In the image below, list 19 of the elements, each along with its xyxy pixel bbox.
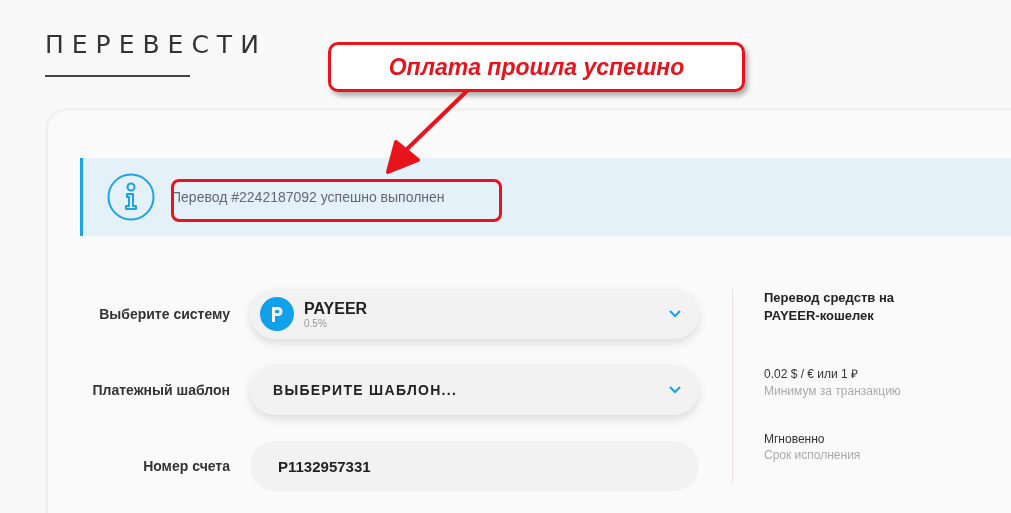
- annotation-callout: Оплата прошла успешно: [328, 42, 745, 92]
- field-label: Платежный шаблон: [91, 382, 230, 398]
- info-value: Мгновенно: [764, 432, 826, 446]
- system-select[interactable]: PAYEER 0.5%: [250, 289, 699, 339]
- info-caption: Срок исполнения: [764, 448, 862, 462]
- fee-text: 0.5%: [304, 317, 328, 329]
- field-label: Номер счета: [142, 458, 230, 474]
- template-select[interactable]: ВЫБЕРИТЕ ШАБЛОН...: [250, 365, 699, 415]
- chevron-down-icon: [669, 310, 681, 318]
- system-name: PAYEER: [304, 299, 369, 318]
- payment-logo-icon: [260, 297, 294, 331]
- info-heading: Перевод средств на PAYEER-кошелек: [764, 289, 895, 325]
- field-label: Выберите систему: [98, 306, 230, 322]
- page-title: ПЕРЕВЕСТИ: [45, 30, 268, 60]
- info-icon: [107, 173, 155, 221]
- chevron-down-icon: [669, 386, 681, 394]
- info-caption: Минимум за транзакцию: [764, 384, 902, 398]
- info-value: 0.02 $ / € или 1 ₽: [764, 366, 860, 382]
- account-input[interactable]: P1132957331: [250, 441, 699, 491]
